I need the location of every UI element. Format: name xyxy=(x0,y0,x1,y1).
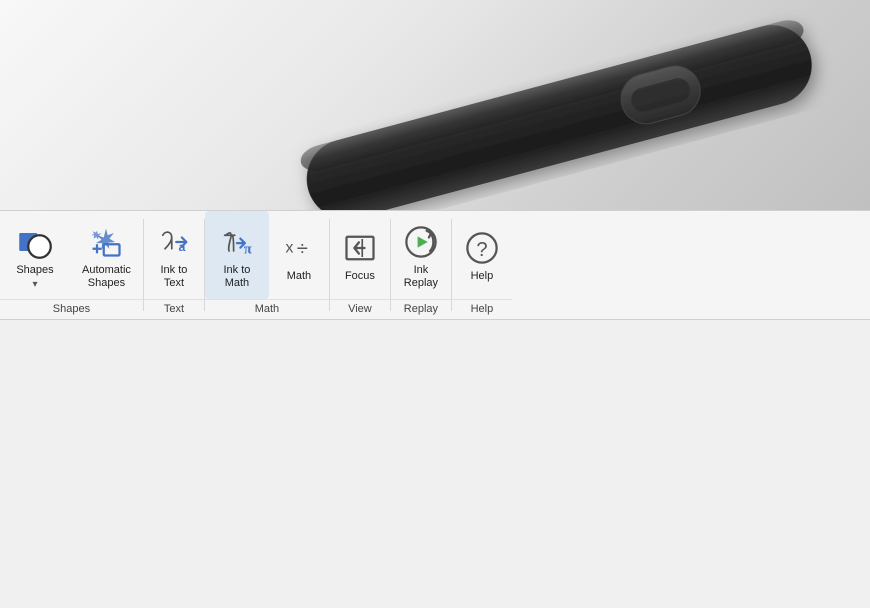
help-button[interactable]: ? Help xyxy=(452,211,512,299)
automatic-shapes-label: Automatic Shapes xyxy=(82,264,131,290)
svg-text:π: π xyxy=(244,241,252,257)
shapes-button[interactable]: Shapes ▾ xyxy=(0,211,70,299)
ink-replay-icon xyxy=(403,224,439,260)
math-label: Math xyxy=(287,270,311,283)
help-label: Help xyxy=(471,270,494,283)
svg-text:÷: ÷ xyxy=(297,238,308,260)
ink-to-text-icon: a xyxy=(156,224,192,260)
ink-replay-button[interactable]: Ink Replay xyxy=(391,211,451,299)
math-button[interactable]: x ÷ Math xyxy=(269,211,329,299)
svg-text:x: x xyxy=(285,240,293,257)
shapes-label: Shapes xyxy=(16,264,53,277)
ink-to-math-button[interactable]: π Ink to Math xyxy=(205,211,269,299)
math-group-label: Math xyxy=(205,299,329,319)
help-icon: ? xyxy=(464,230,500,266)
focus-button[interactable]: Focus xyxy=(330,211,390,299)
ink-to-math-icon: π xyxy=(219,224,255,260)
shapes-group: Shapes ▾ Automatic xyxy=(0,211,143,319)
help-group-label: Help xyxy=(452,299,512,319)
focus-icon xyxy=(342,230,378,266)
math-icon: x ÷ xyxy=(281,230,317,266)
ink-to-math-label: Ink to Math xyxy=(223,264,250,290)
focus-label: Focus xyxy=(345,270,375,283)
ink-to-text-label: Ink to Text xyxy=(160,264,187,290)
ribbon-toolbar: Shapes ▾ Automatic xyxy=(0,210,870,320)
help-group: ? Help Help xyxy=(452,211,512,319)
auto-shapes-icon xyxy=(88,224,124,260)
shapes-group-label: Shapes xyxy=(0,299,143,319)
view-group-label: View xyxy=(330,299,390,319)
ink-to-text-button[interactable]: a Ink to Text xyxy=(144,211,204,299)
text-group-label: Text xyxy=(144,299,204,319)
replay-group: Ink Replay Replay xyxy=(391,211,451,319)
view-group: Focus View xyxy=(330,211,390,319)
shapes-icon xyxy=(17,224,53,260)
svg-text:?: ? xyxy=(476,239,487,261)
content-area xyxy=(0,320,870,608)
math-group: π Ink to Math x ÷ Math Math xyxy=(205,211,329,319)
shapes-dropdown-arrow: ▾ xyxy=(32,279,37,290)
ink-replay-label: Ink Replay xyxy=(404,264,438,290)
stylus-pen xyxy=(240,0,870,210)
pen-display-area xyxy=(0,0,870,210)
svg-text:a: a xyxy=(178,240,185,254)
replay-group-label: Replay xyxy=(391,299,451,319)
text-group: a Ink to Text Text xyxy=(144,211,204,319)
automatic-shapes-button[interactable]: Automatic Shapes xyxy=(70,211,143,299)
